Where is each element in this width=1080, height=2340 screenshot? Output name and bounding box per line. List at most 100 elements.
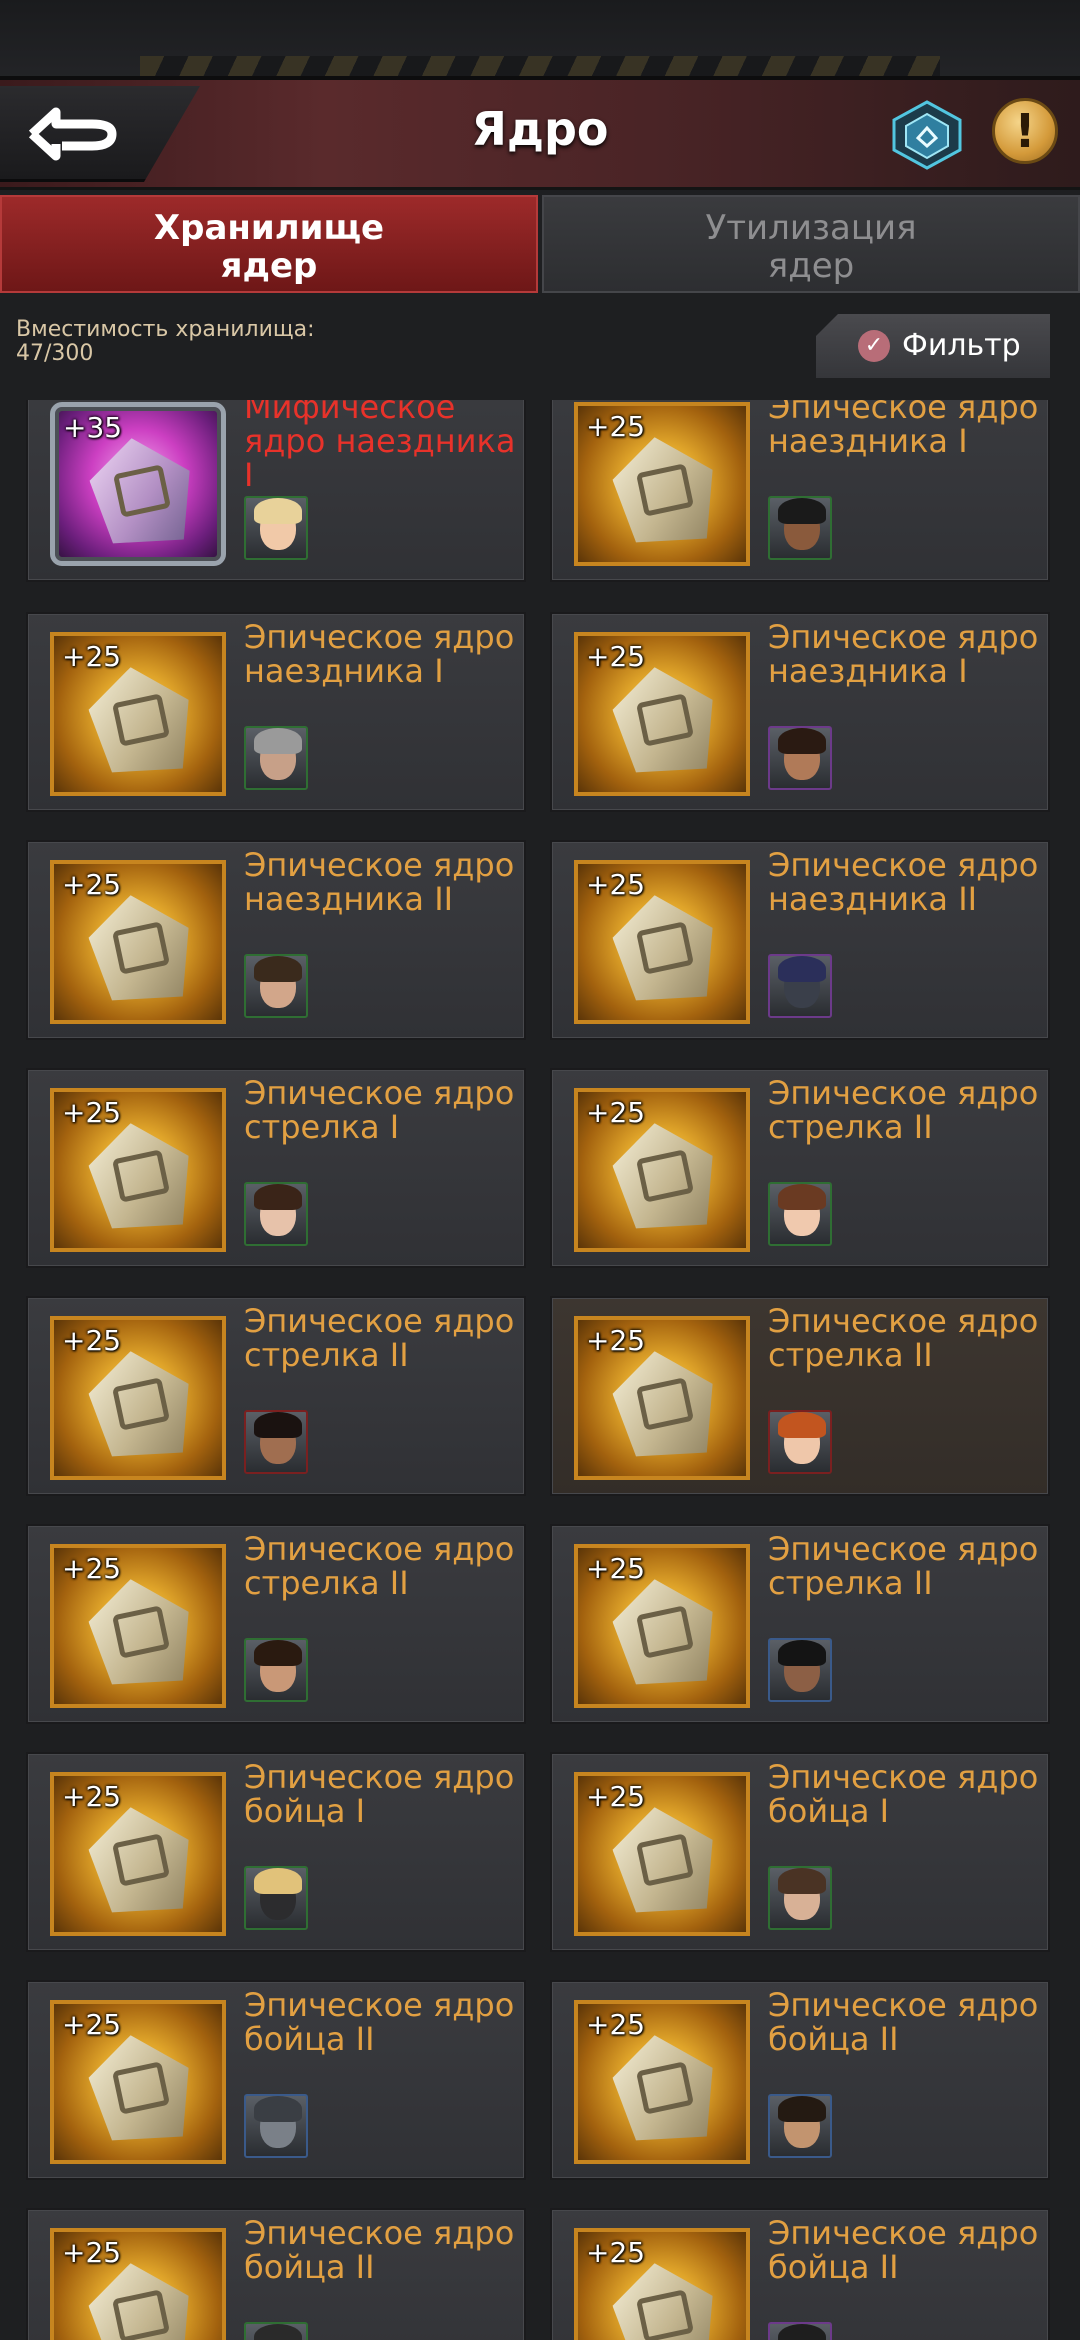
core-chip-icon[interactable] bbox=[890, 98, 964, 172]
hero-portrait-avatar[interactable] bbox=[768, 1410, 832, 1474]
core-card[interactable]: +25 Эпическое ядро стрелка II bbox=[26, 1524, 526, 1724]
core-item-icon: +25 bbox=[50, 1316, 226, 1480]
core-card[interactable]: +25 Эпическое ядро наездника II bbox=[550, 840, 1050, 1040]
hero-portrait-avatar[interactable] bbox=[244, 2094, 308, 2158]
core-name: Эпическое ядро бойца II bbox=[768, 2214, 1039, 2286]
hero-portrait-avatar[interactable] bbox=[244, 1638, 308, 1702]
core-card[interactable]: +25 Эпическое ядро стрелка II bbox=[26, 1296, 526, 1496]
hero-portrait-avatar[interactable] bbox=[244, 726, 308, 790]
portrait-hair bbox=[254, 1868, 302, 1894]
core-card[interactable]: +25 Эпическое ядро наездника II bbox=[26, 840, 526, 1040]
core-item-icon: +25 bbox=[574, 1316, 750, 1480]
core-item-icon: +25 bbox=[50, 632, 226, 796]
core-card[interactable]: +25 Эпическое ядро бойца II bbox=[550, 2208, 1050, 2340]
core-name: Мифическое ядро наездника I bbox=[244, 400, 516, 494]
hero-portrait-avatar[interactable] bbox=[244, 954, 308, 1018]
portrait-hair bbox=[254, 2324, 302, 2340]
core-list[interactable]: +35 Мифическое ядро наездника I +25 Эпическ… bbox=[0, 400, 1080, 2340]
core-item-icon: +25 bbox=[574, 632, 750, 796]
core-card[interactable]: +25 Эпическое ядро бойца I bbox=[26, 1752, 526, 1952]
hero-portrait-avatar[interactable] bbox=[768, 1638, 832, 1702]
core-card[interactable]: +25 Эпическое ядро стрелка II bbox=[550, 1524, 1050, 1724]
core-card[interactable]: +25 Эпическое ядро стрелка I bbox=[26, 1068, 526, 1268]
core-level: +25 bbox=[586, 1780, 646, 1813]
core-item-icon: +25 bbox=[50, 1544, 226, 1708]
tab-bar: Хранилище ядер Утилизация ядер bbox=[0, 195, 1080, 295]
portrait-hair bbox=[254, 956, 302, 982]
core-card[interactable]: +35 Мифическое ядро наездника I bbox=[26, 400, 526, 582]
hazard-stripes bbox=[140, 56, 940, 76]
core-card[interactable]: +25 Эпическое ядро бойца I bbox=[550, 1752, 1050, 1952]
core-card[interactable]: +25 Эпическое ядро стрелка II bbox=[550, 1296, 1050, 1496]
tab-label-line1: Утилизация bbox=[705, 208, 917, 248]
header-bar: Ядро ! bbox=[0, 80, 1080, 190]
core-level: +25 bbox=[62, 868, 122, 901]
portrait-hair bbox=[254, 1640, 302, 1666]
tab-label-line2: ядер bbox=[767, 246, 855, 286]
core-level: +25 bbox=[586, 868, 646, 901]
hero-portrait-avatar[interactable] bbox=[768, 496, 832, 560]
portrait-hair bbox=[778, 956, 826, 982]
portrait-hair bbox=[778, 2096, 826, 2122]
core-item-icon: +25 bbox=[574, 1544, 750, 1708]
core-level: +25 bbox=[62, 2008, 122, 2041]
core-level: +35 bbox=[63, 411, 123, 444]
core-name: Эпическое ядро бойца II bbox=[768, 1986, 1039, 2058]
core-level: +25 bbox=[586, 2236, 646, 2269]
filter-label: Фильтр bbox=[902, 328, 1021, 363]
class-glyph-icon bbox=[635, 2289, 695, 2340]
storage-capacity-value: 47/300 bbox=[16, 341, 94, 366]
core-name: Эпическое ядро стрелка II bbox=[244, 1530, 515, 1602]
tab-core-storage[interactable]: Хранилище ядер bbox=[0, 195, 538, 293]
core-card[interactable]: +25 Эпическое ядро бойца II bbox=[26, 2208, 526, 2340]
filter-button[interactable]: ✓ Фильтр bbox=[816, 314, 1050, 378]
hero-portrait-avatar[interactable] bbox=[768, 726, 832, 790]
core-level: +25 bbox=[62, 640, 122, 673]
tab-label-line2: ядер bbox=[220, 246, 318, 286]
core-card[interactable]: +25 Эпическое ядро наездника I bbox=[550, 400, 1050, 582]
core-name: Эпическое ядро бойца II bbox=[244, 2214, 515, 2286]
hero-portrait-avatar[interactable] bbox=[244, 1410, 308, 1474]
core-item-icon: +25 bbox=[574, 1088, 750, 1252]
hero-portrait-avatar[interactable] bbox=[244, 1182, 308, 1246]
core-item-icon: +25 bbox=[50, 2228, 226, 2340]
info-icon[interactable]: ! bbox=[992, 98, 1058, 164]
core-name: Эпическое ядро стрелка II bbox=[768, 1530, 1039, 1602]
core-level: +25 bbox=[586, 1552, 646, 1585]
tab-core-recycling[interactable]: Утилизация ядер bbox=[542, 195, 1080, 293]
core-item-icon: +25 bbox=[50, 1772, 226, 1936]
top-decor-strip bbox=[0, 0, 1080, 80]
portrait-hair bbox=[778, 1184, 826, 1210]
core-name: Эпическое ядро стрелка II bbox=[768, 1074, 1039, 1146]
core-card[interactable]: +25 Эпическое ядро стрелка II bbox=[550, 1068, 1050, 1268]
portrait-hair bbox=[778, 1640, 826, 1666]
portrait-hair bbox=[254, 728, 302, 754]
storage-capacity: Вместимость хранилища: 47/300 bbox=[16, 318, 314, 366]
hero-portrait-avatar[interactable] bbox=[768, 1182, 832, 1246]
core-card[interactable]: +25 Эпическое ядро бойца II bbox=[26, 1980, 526, 2180]
portrait-hair bbox=[778, 728, 826, 754]
portrait-hair bbox=[778, 1868, 826, 1894]
portrait-hair bbox=[254, 1184, 302, 1210]
hero-portrait-avatar[interactable] bbox=[244, 2322, 308, 2340]
core-level: +25 bbox=[586, 1324, 646, 1357]
hero-portrait-avatar[interactable] bbox=[244, 496, 308, 560]
core-item-icon: +25 bbox=[574, 402, 750, 566]
hero-portrait-avatar[interactable] bbox=[768, 1866, 832, 1930]
core-name: Эпическое ядро стрелка II bbox=[768, 1302, 1039, 1374]
core-item-icon: +25 bbox=[50, 2000, 226, 2164]
hero-portrait-avatar[interactable] bbox=[768, 2322, 832, 2340]
core-level: +25 bbox=[586, 410, 646, 443]
hero-portrait-avatar[interactable] bbox=[768, 954, 832, 1018]
core-name: Эпическое ядро наездника I bbox=[244, 618, 515, 690]
core-card[interactable]: +25 Эпическое ядро бойца II bbox=[550, 1980, 1050, 2180]
core-level: +25 bbox=[62, 2236, 122, 2269]
portrait-hair bbox=[254, 498, 302, 524]
hero-portrait-avatar[interactable] bbox=[768, 2094, 832, 2158]
core-level: +25 bbox=[62, 1552, 122, 1585]
core-card[interactable]: +25 Эпическое ядро наездника I bbox=[26, 612, 526, 812]
core-name: Эпическое ядро стрелка II bbox=[244, 1302, 515, 1374]
hero-portrait-avatar[interactable] bbox=[244, 1866, 308, 1930]
core-card[interactable]: +25 Эпическое ядро наездника I bbox=[550, 612, 1050, 812]
portrait-hair bbox=[778, 498, 826, 524]
